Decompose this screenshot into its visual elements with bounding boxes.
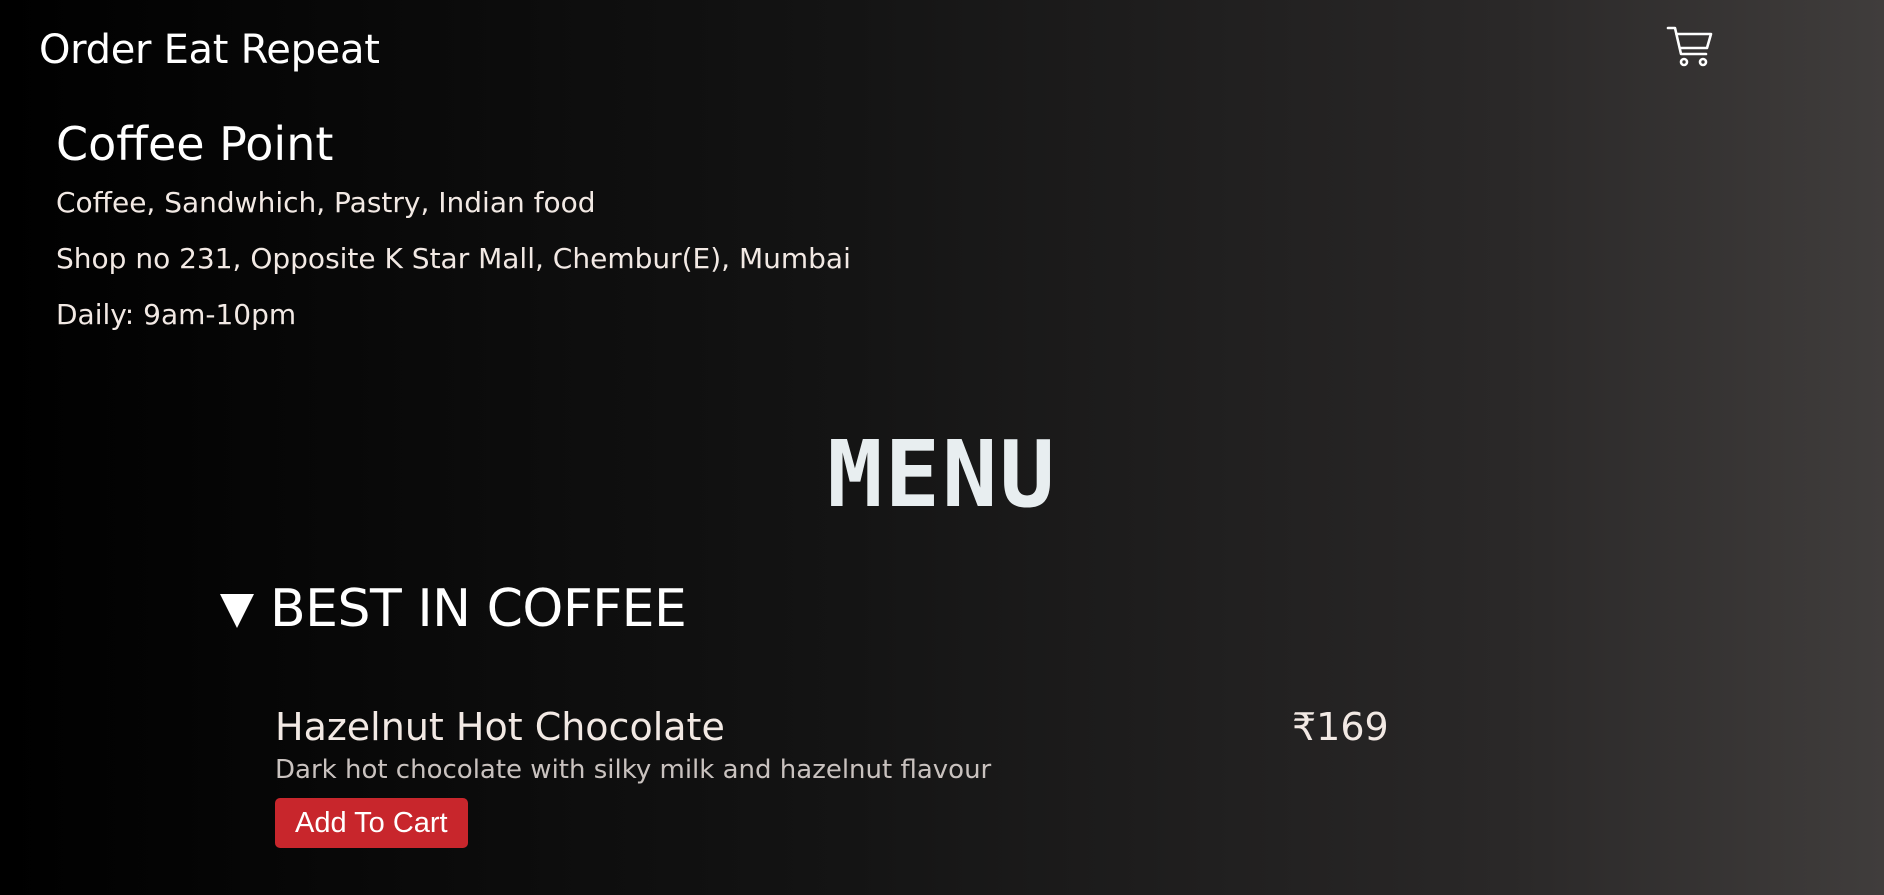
shop-info: Coffee Point Coffee, Sandwhich, Pastry, … (56, 116, 851, 354)
shop-name: Coffee Point (56, 117, 334, 171)
shop-cuisines: Coffee, Sandwhich, Pastry, Indian food (56, 186, 596, 219)
triangle-down-icon (220, 594, 254, 628)
menu-section: BEST IN COFFEE Hazelnut Hot Chocolate ₹1… (220, 578, 1420, 848)
brand-logo[interactable]: Order Eat Repeat (39, 26, 380, 74)
item-description: Dark hot chocolate with silky milk and h… (275, 755, 992, 785)
menu-heading: MENU (827, 421, 1057, 528)
section-toggle[interactable]: BEST IN COFFEE (220, 578, 1420, 640)
shop-address: Shop no 231, Opposite K Star Mall, Chemb… (56, 242, 851, 275)
section-title: BEST IN COFFEE (270, 579, 687, 639)
item-name: Hazelnut Hot Chocolate (275, 705, 725, 749)
cart-icon (1666, 26, 1713, 67)
menu-item: Hazelnut Hot Chocolate ₹169 Dark hot cho… (275, 704, 1395, 848)
cart-button[interactable] (1666, 24, 1714, 68)
shop-hours: Daily: 9am-10pm (56, 298, 297, 331)
add-to-cart-button[interactable]: Add To Cart (275, 798, 468, 848)
item-price: ₹169 (1292, 705, 1389, 749)
